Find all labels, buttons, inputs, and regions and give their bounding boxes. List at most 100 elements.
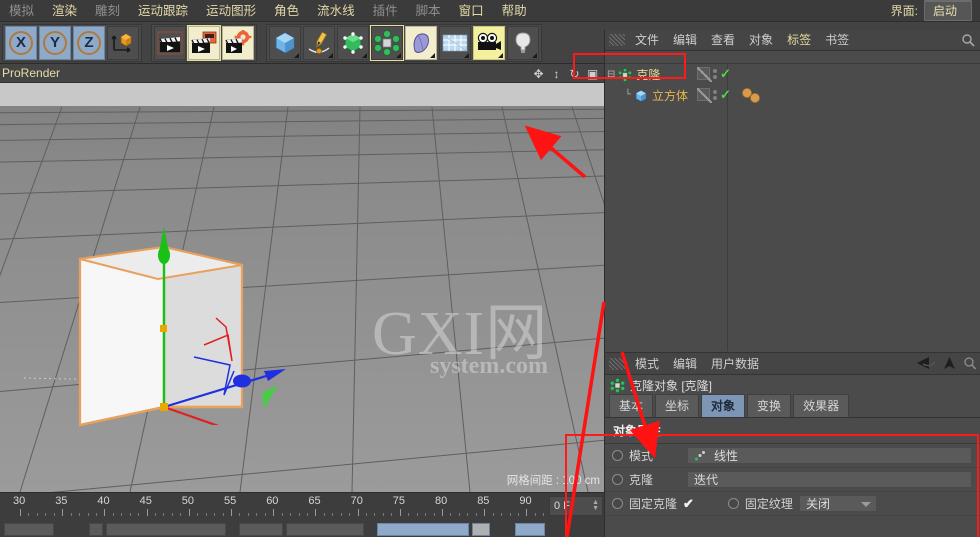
timeline-ruler[interactable]: 30354045505560657075808590	[0, 493, 548, 523]
object-manager-menu-2[interactable]: 查看	[704, 30, 742, 51]
expand-collapse-icon[interactable]: ⊟	[607, 69, 615, 81]
menu-item-0[interactable]: 模拟	[0, 0, 43, 22]
cube-object[interactable]	[72, 235, 272, 455]
animate-toggle-icon[interactable]	[612, 474, 623, 485]
menu-item-2[interactable]: 雕刻	[86, 0, 129, 22]
property-row-fixed-clone[interactable]: 固定克隆 ✔ 固定纹理 关闭	[605, 492, 980, 516]
object-manager-row[interactable]: └ 立方体 ✓	[605, 85, 980, 106]
fixed-texture-select[interactable]: 关闭	[799, 495, 877, 512]
fixed-clone-checkbox[interactable]: ✔	[683, 496, 694, 512]
render-view-button[interactable]	[154, 26, 186, 60]
animate-toggle-icon[interactable]	[728, 498, 739, 509]
up-icon[interactable]	[943, 356, 956, 373]
add-cube-object-button[interactable]	[269, 26, 301, 60]
object-manager-row[interactable]: ⊟ 克隆 ✓	[605, 64, 980, 85]
panel-grip-icon[interactable]	[609, 34, 625, 46]
animate-toggle-icon[interactable]	[612, 498, 623, 509]
visibility-dots-icon[interactable]	[713, 90, 717, 100]
anim-group-1[interactable]	[4, 523, 54, 536]
anim-btn-b[interactable]	[239, 523, 283, 536]
attribute-tab-2[interactable]: 对象	[701, 394, 745, 417]
object-name[interactable]: 立方体	[652, 87, 688, 104]
object-name[interactable]: 克隆	[636, 66, 660, 83]
object-manager-menu-4[interactable]: 标签	[780, 30, 818, 51]
playback-controls[interactable]	[106, 523, 226, 536]
object-manager-menu-1[interactable]: 编辑	[666, 30, 704, 51]
attribute-manager-menu-0[interactable]: 模式	[628, 353, 666, 375]
menu-item-5[interactable]: 角色	[265, 0, 308, 22]
add-generator-button[interactable]	[337, 26, 369, 60]
anim-btn-d[interactable]	[515, 523, 545, 536]
attribute-manager-menu-1[interactable]: 编辑	[666, 353, 704, 375]
enable-check-icon[interactable]: ✓	[720, 67, 731, 80]
menu-item-3[interactable]: 运动跟踪	[129, 0, 197, 22]
object-manager-menu-5[interactable]: 书签	[818, 30, 856, 51]
add-mograph-button[interactable]	[371, 26, 403, 60]
attribute-tab-0[interactable]: 基本	[609, 394, 653, 417]
object-tree-cell[interactable]: └ 立方体	[605, 87, 695, 104]
add-light-button[interactable]	[507, 26, 539, 60]
add-deformer-button[interactable]	[405, 26, 437, 60]
panel-grip-icon[interactable]	[609, 358, 625, 370]
animate-toggle-icon[interactable]	[612, 450, 623, 461]
menu-item-8[interactable]: 脚本	[407, 0, 450, 22]
menu-item-4[interactable]: 运动图形	[197, 0, 265, 22]
layer-color-icon[interactable]	[697, 67, 710, 80]
record-controls[interactable]	[377, 523, 469, 536]
anim-btn-c[interactable]	[286, 523, 364, 536]
attribute-tab-1[interactable]: 坐标	[655, 394, 699, 417]
timeline-tick-label: 70	[351, 495, 363, 507]
record-button[interactable]	[472, 523, 490, 536]
lock-z-axis-button[interactable]: Z	[73, 26, 105, 60]
clone-select[interactable]: 迭代	[687, 471, 972, 488]
add-camera-button[interactable]	[473, 26, 505, 60]
interface-label: 界面:	[891, 2, 924, 19]
search-icon[interactable]	[963, 356, 976, 373]
search-icon[interactable]	[961, 33, 975, 47]
object-manager-menu-3[interactable]: 对象	[742, 30, 780, 51]
layer-color-icon[interactable]	[697, 88, 710, 101]
object-visibility-cell[interactable]: ✓	[697, 88, 731, 101]
timeline-tick-label: 45	[140, 495, 152, 507]
current-frame-field[interactable]: 0 F ▲▼	[549, 496, 603, 516]
object-tags-cell[interactable]	[741, 88, 765, 106]
viewport-panel[interactable]: ProRender ✥ ↕ ↻ ▣	[0, 64, 604, 492]
menu-item-9[interactable]: 窗口	[450, 0, 493, 22]
property-row-clone[interactable]: 克隆 迭代	[605, 468, 980, 492]
mode-value: 线性	[714, 447, 738, 464]
tree-branch-icon: └	[625, 90, 631, 101]
render-settings-button[interactable]	[222, 26, 254, 60]
menu-item-6[interactable]: 流水线	[308, 0, 364, 22]
menu-item-10[interactable]: 帮助	[493, 0, 536, 22]
frame-stepper[interactable]: ▲▼	[592, 500, 599, 512]
attribute-tab-4[interactable]: 效果器	[793, 394, 849, 417]
lock-x-axis-button[interactable]: X	[5, 26, 37, 60]
move-icon[interactable]: ✥	[531, 66, 546, 81]
rotate-icon[interactable]: ↻	[567, 66, 582, 81]
back-icon[interactable]	[916, 356, 936, 373]
lock-y-axis-button[interactable]: Y	[39, 26, 71, 60]
mode-select[interactable]: 线性	[687, 447, 972, 464]
interface-layout-select[interactable]: 启动	[924, 0, 972, 21]
render-picture-viewer-button[interactable]	[188, 26, 220, 60]
visibility-dots-icon[interactable]	[713, 69, 717, 79]
timeline-panel[interactable]: 30354045505560657075808590 0 F ▲▼	[0, 492, 604, 522]
menu-item-1[interactable]: 渲染	[43, 0, 86, 22]
attribute-manager-menu-2[interactable]: 用户数据	[704, 353, 766, 375]
object-visibility-cell[interactable]: ✓	[697, 67, 731, 80]
object-manager-list[interactable]: ⊟ 克隆 ✓└ 立方体 ✓	[605, 64, 980, 351]
zoom-icon[interactable]: ↕	[549, 66, 564, 81]
timeline-minor-tick	[459, 513, 460, 516]
camera-icon[interactable]: ▣	[585, 66, 600, 81]
object-manager-menu-0[interactable]: 文件	[628, 30, 666, 51]
anim-btn-a[interactable]	[89, 523, 103, 536]
menu-item-7[interactable]: 插件	[364, 0, 407, 22]
object-tree-cell[interactable]: ⊟ 克隆	[605, 66, 695, 83]
property-row-mode[interactable]: 模式 线性	[605, 444, 980, 468]
world-object-coordinate-button[interactable]	[107, 26, 139, 60]
add-spline-pen-button[interactable]	[303, 26, 335, 60]
add-environment-button[interactable]	[439, 26, 471, 60]
viewport-scene[interactable]: GXI网 system.com 网格间距 : 100 cm	[0, 83, 604, 492]
enable-check-icon[interactable]: ✓	[720, 88, 731, 101]
attribute-tab-3[interactable]: 变换	[747, 394, 791, 417]
